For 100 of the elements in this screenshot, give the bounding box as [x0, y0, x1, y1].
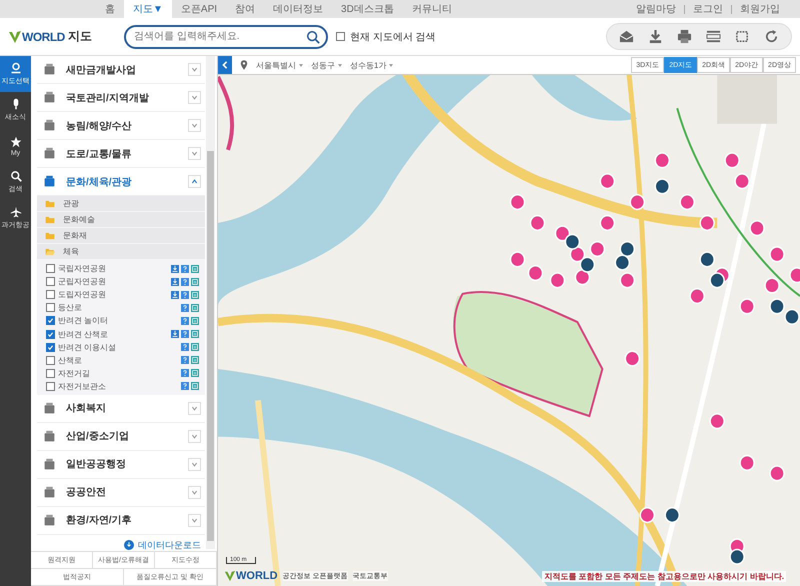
layer-info-icon[interactable]	[191, 304, 199, 312]
nav-tab[interactable]: 지도▼	[124, 0, 172, 18]
folder-icon	[45, 248, 55, 256]
layer-label: 군립자연공원	[58, 276, 107, 288]
folder-item[interactable]: 문화예술	[37, 212, 205, 228]
help-icon[interactable]	[181, 343, 189, 352]
refresh-icon[interactable]	[764, 29, 779, 44]
collapse-panel-button[interactable]	[218, 56, 232, 74]
print-icon[interactable]	[677, 29, 692, 44]
layer-label: 반려견 놀이터	[58, 315, 110, 326]
checkbox[interactable]	[336, 32, 345, 41]
category-header[interactable]: 도로/교통/물류	[37, 140, 205, 168]
folder-item[interactable]: 관광	[37, 196, 205, 212]
logo[interactable]: WORLD 지도	[8, 28, 118, 45]
category-header[interactable]: 농림/해양/수산	[37, 112, 205, 140]
category-icon	[43, 486, 56, 499]
layer-checkbox[interactable]	[46, 316, 55, 326]
layer-checkbox[interactable]	[46, 264, 55, 274]
collapse-icon[interactable]	[188, 175, 201, 188]
download-icon[interactable]	[171, 330, 179, 338]
help-icon[interactable]	[181, 304, 189, 312]
category-header[interactable]: 사회복지	[37, 394, 205, 423]
category-header[interactable]: 새만금개발사업	[37, 56, 205, 84]
layer-checkbox[interactable]	[46, 356, 55, 365]
nav-tab[interactable]: 홈	[96, 0, 124, 18]
airplane-icon	[10, 206, 22, 218]
nav-tab[interactable]: 참여	[226, 0, 264, 18]
folder-item[interactable]: 문화재	[37, 228, 205, 244]
layer-info-icon[interactable]	[191, 369, 199, 378]
layer-info-icon[interactable]	[191, 356, 199, 364]
breadcrumb-dropdown[interactable]: 서울특별시	[256, 60, 303, 70]
account-link[interactable]: 알림마당	[636, 2, 676, 16]
layer-info-icon[interactable]	[191, 264, 199, 273]
search-field[interactable]: 검색어를 입력해주세요.	[124, 24, 328, 48]
category-header[interactable]: 산업/중소기업	[37, 422, 205, 451]
layer-checkbox[interactable]	[46, 368, 55, 378]
checkbox-label: 현재 지도에서 검색	[350, 30, 436, 44]
search-icon[interactable]	[306, 30, 320, 44]
layer-checkbox[interactable]	[46, 330, 55, 339]
data-download-link[interactable]: 데이터다운로드	[124, 538, 201, 551]
help-icon[interactable]	[181, 290, 189, 299]
download-icon[interactable]	[648, 29, 663, 44]
help-icon[interactable]	[181, 382, 189, 390]
download-icon[interactable]	[171, 278, 179, 286]
location-pin-icon	[240, 60, 248, 70]
help-icon[interactable]	[181, 356, 189, 364]
account-link[interactable]: 로그인	[693, 2, 723, 16]
expand-icon[interactable]	[188, 514, 201, 527]
help-icon[interactable]	[181, 264, 189, 273]
expand-icon[interactable]	[188, 63, 201, 76]
breadcrumb-dropdown[interactable]: 성동구	[311, 60, 342, 70]
layer-info-icon[interactable]	[191, 316, 199, 325]
account-link[interactable]: 회원가입	[740, 2, 780, 16]
expand-icon[interactable]	[188, 430, 201, 443]
layer-label: 반려견 산책로	[58, 328, 110, 340]
area-select-icon[interactable]	[735, 29, 750, 44]
download-icon[interactable]	[171, 290, 179, 299]
expand-icon[interactable]	[188, 402, 201, 415]
category-header[interactable]: 공공안전	[37, 478, 205, 507]
layer-label: 도립자연공원	[58, 289, 107, 300]
category-icon	[43, 430, 56, 443]
caret-icon	[299, 64, 303, 66]
layer-info-icon[interactable]	[191, 290, 199, 299]
layer-label: 등산로	[58, 302, 83, 314]
folder-item[interactable]: 체육	[37, 244, 205, 260]
help-icon[interactable]	[181, 316, 189, 325]
expand-icon[interactable]	[188, 91, 201, 104]
expand-icon[interactable]	[188, 119, 201, 132]
help-icon[interactable]	[181, 330, 189, 338]
layer-checkbox[interactable]	[46, 290, 55, 300]
layer-info-icon[interactable]	[191, 330, 199, 338]
help-icon[interactable]	[181, 369, 189, 378]
help-icon[interactable]	[181, 278, 189, 286]
category-header[interactable]: 국토관리/지역개발	[37, 84, 205, 112]
layer-checkbox[interactable]	[46, 382, 55, 391]
nav-tab[interactable]: 데이터정보	[264, 0, 332, 18]
scrollbar[interactable]	[206, 56, 215, 549]
layer-checkbox[interactable]	[46, 303, 55, 312]
expand-icon[interactable]	[188, 147, 201, 160]
category-icon	[43, 147, 56, 160]
layer-info-icon[interactable]	[191, 278, 199, 286]
nav-tab[interactable]: 오픈API	[172, 0, 226, 18]
v-logo-icon	[8, 30, 22, 44]
breadcrumb-dropdown[interactable]: 성수동1가	[350, 60, 394, 70]
download-icon[interactable]	[171, 264, 179, 273]
category-header[interactable]: 일반공공행정	[37, 450, 205, 479]
layer-checkbox[interactable]	[46, 277, 55, 286]
notice-text: 지적도를 포함한 모든 주제도는 참고용으로만 사용하시기 바랍니다.	[542, 570, 786, 582]
envelope-icon[interactable]	[619, 29, 634, 44]
expand-icon[interactable]	[188, 486, 201, 499]
layer-info-icon[interactable]	[191, 343, 199, 352]
nav-tab[interactable]: 커뮤니티	[402, 0, 461, 18]
caret-icon	[389, 64, 394, 66]
layer-info-icon[interactable]	[191, 382, 199, 390]
layer-checkbox[interactable]	[46, 342, 55, 352]
nav-tab[interactable]: 3D데스크톱	[332, 0, 403, 18]
category-icon	[43, 91, 56, 104]
download-icon	[124, 540, 134, 550]
category-header[interactable]: 환경/자연/기후	[37, 506, 205, 535]
expand-icon[interactable]	[188, 458, 201, 471]
